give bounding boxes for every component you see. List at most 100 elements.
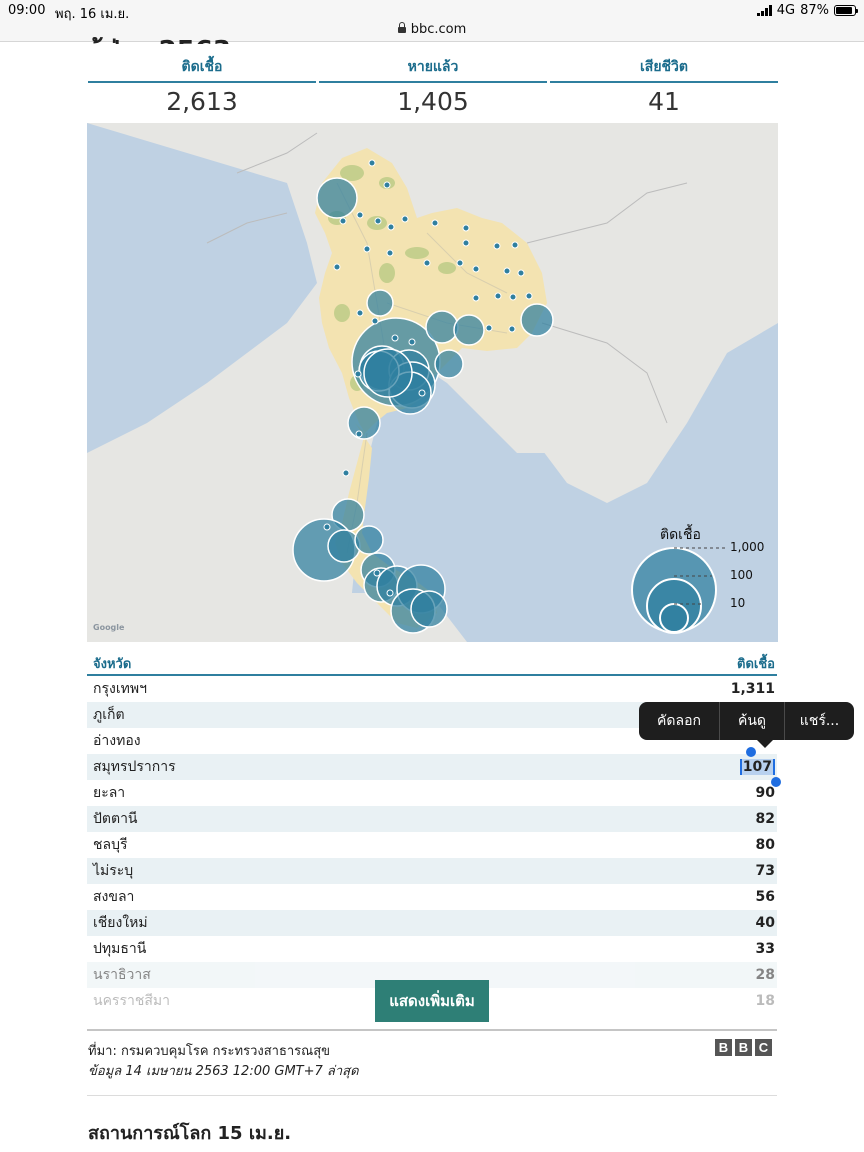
bbc-logo: B B C <box>715 1039 772 1056</box>
case-count: 40 <box>755 915 775 931</box>
case-bubble-small <box>462 239 470 247</box>
case-bubble <box>366 289 394 317</box>
thailand-cases-map[interactable]: ติดเชื้อ 1,000 100 10 Google <box>87 123 778 642</box>
province-name: นราธิวาส <box>93 967 151 983</box>
case-bubble-small <box>525 292 533 300</box>
divider <box>87 1095 777 1096</box>
stat-deaths: เสียชีวิต 41 <box>550 56 778 116</box>
signal-icon <box>756 5 772 16</box>
status-bar: 09:00 พฤ. 16 เม.ย. 4G 87% <box>0 0 864 22</box>
case-count: 1,311 <box>730 681 775 697</box>
case-bubble-small <box>356 211 364 219</box>
stat-label: ติดเชื้อ <box>88 56 316 83</box>
province-name: ปทุมธานี <box>93 941 147 957</box>
case-bubble-small <box>472 265 480 273</box>
bbc-letter: C <box>755 1039 772 1056</box>
case-bubble <box>520 303 554 337</box>
source-text: ที่มา: กรมควบคุมโรค กระทรวงสาธารณสุข <box>88 1044 331 1059</box>
status-time: 09:00 <box>8 3 46 18</box>
province-name: สงขลา <box>93 889 135 905</box>
case-count: 28 <box>755 967 775 983</box>
case-bubble-small <box>485 324 493 332</box>
table-row: กรุงเทพฯ 1,311 <box>87 676 777 702</box>
case-count: 73 <box>755 863 775 879</box>
case-count: 18 <box>755 993 775 1009</box>
case-bubble-small <box>391 334 399 342</box>
case-bubble-small <box>462 224 470 232</box>
table-row: ปทุมธานี 33 <box>87 936 777 962</box>
stat-value: 2,613 <box>166 87 238 116</box>
selection-context-menu: คัดลอก ค้นดู แชร์... <box>639 702 854 748</box>
legend-value-1000: 1,000 <box>730 540 765 554</box>
selected-case-count[interactable]: 107 <box>739 759 775 775</box>
case-count: 90 <box>755 785 775 801</box>
selection-end-handle[interactable] <box>771 777 781 787</box>
bbc-letter: B <box>715 1039 732 1056</box>
case-bubble-small <box>423 259 431 267</box>
province-name: เชียงใหม่ <box>93 915 148 931</box>
province-name: ภูเก็ต <box>93 707 125 723</box>
case-bubble-small <box>323 523 331 531</box>
divider <box>87 1029 777 1031</box>
selection-start-handle[interactable] <box>746 747 756 757</box>
province-name: สมุทรปราการ <box>93 759 176 775</box>
case-bubble <box>410 590 448 628</box>
case-bubble-small <box>456 259 464 267</box>
case-bubble-small <box>431 219 439 227</box>
section-title: สถานการณ์โลก 15 เม.ย. <box>88 1123 292 1144</box>
province-name: ปัตตานี <box>93 811 138 827</box>
case-bubble-small <box>472 294 480 302</box>
case-bubble <box>354 525 384 555</box>
table-row: สมุทรปราการ 107 <box>87 754 777 780</box>
network-type: 4G <box>776 3 796 18</box>
province-name: กรุงเทพฯ <box>93 681 147 697</box>
table-row: ปัตตานี 82 <box>87 806 777 832</box>
status-date: พฤ. 16 เม.ย. <box>55 7 130 22</box>
case-bubble-small <box>363 245 371 253</box>
legend-circles <box>631 547 717 634</box>
province-name: ไม่ระบุ <box>93 863 134 879</box>
map-svg <box>87 123 778 642</box>
case-bubble-small <box>368 159 376 167</box>
province-name: นครราชสีมา <box>93 993 170 1009</box>
url-text: bbc.com <box>410 22 467 37</box>
case-bubble-small <box>517 269 525 277</box>
case-bubble-small <box>493 242 501 250</box>
case-bubble-small <box>383 181 391 189</box>
table-header: จังหวัด ติดเชื้อ <box>87 652 777 676</box>
stat-label: เสียชีวิต <box>550 56 778 83</box>
legend-value-10: 10 <box>730 596 746 610</box>
legend-circle-small <box>659 603 689 633</box>
legend-title: ติดเชื้อ <box>660 527 701 543</box>
case-bubble-small <box>355 430 363 438</box>
case-bubble <box>434 349 464 379</box>
province-name: ชลบุรี <box>93 837 128 853</box>
stat-value: 41 <box>648 87 680 116</box>
legend-value-100: 100 <box>730 568 753 582</box>
case-bubble <box>316 177 358 219</box>
case-count: 82 <box>755 811 775 827</box>
case-bubble-small <box>374 217 382 225</box>
case-bubble-small <box>387 223 395 231</box>
case-bubble-small <box>373 569 381 577</box>
look-up-menu-item[interactable]: ค้นดู <box>720 702 784 740</box>
case-bubble <box>425 310 459 344</box>
case-count: 33 <box>755 941 775 957</box>
province-name: ยะลา <box>93 785 126 801</box>
stat-infected: ติดเชื้อ 2,613 <box>88 56 316 116</box>
case-bubble-small <box>333 263 341 271</box>
case-count: 56 <box>755 889 775 905</box>
share-menu-item[interactable]: แชร์... <box>785 702 854 740</box>
case-count: 80 <box>755 837 775 853</box>
table-row: เชียงใหม่ 40 <box>87 910 777 936</box>
header-cases: ติดเชื้อ <box>737 656 775 672</box>
battery-percent: 87% <box>800 3 829 18</box>
show-more-button[interactable]: แสดงเพิ่มเติม <box>375 980 489 1022</box>
battery-icon <box>834 5 858 16</box>
table-row: ชลบุรี 80 <box>87 832 777 858</box>
header-province: จังหวัด <box>93 656 132 672</box>
case-bubble-small <box>408 338 416 346</box>
copy-menu-item[interactable]: คัดลอก <box>639 702 719 740</box>
case-bubble-small <box>401 215 409 223</box>
case-bubble-small <box>509 293 517 301</box>
